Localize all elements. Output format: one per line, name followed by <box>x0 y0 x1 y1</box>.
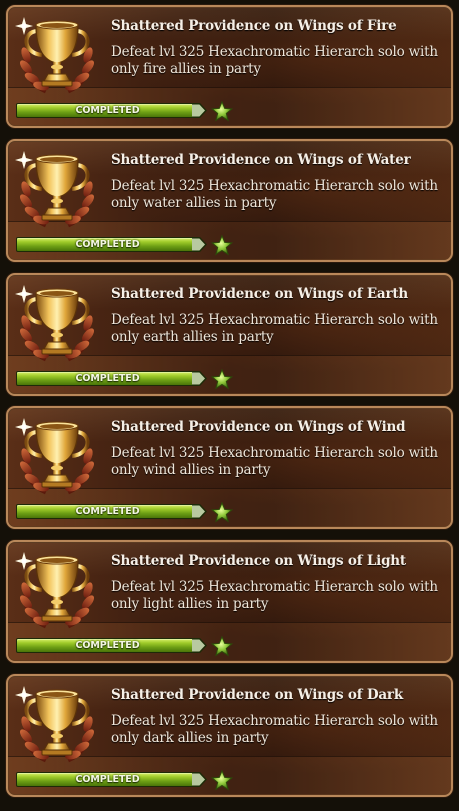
achievement-description: Defeat lvl 325 Hexachromatic Hierarch so… <box>111 445 438 478</box>
trophy-icon <box>14 546 100 630</box>
trophy-icon <box>14 680 100 764</box>
achievement-card-1[interactable]: Shattered Providence on Wings of Fire De… <box>6 5 453 128</box>
achievement-card-5[interactable]: Shattered Providence on Wings of Light D… <box>6 540 453 663</box>
achievement-title: Shattered Providence on Wings of Dark <box>111 687 403 703</box>
star-icon <box>211 636 233 657</box>
trophy-icon <box>14 279 100 363</box>
achievement-card-2[interactable]: Shattered Providence on Wings of Water D… <box>6 139 453 262</box>
achievement-title: Shattered Providence on Wings of Earth <box>111 286 409 302</box>
trophy-icon <box>14 11 100 95</box>
trophy-icon <box>14 412 100 496</box>
star-icon <box>211 502 233 523</box>
achievement-title: Shattered Providence on Wings of Light <box>111 553 406 569</box>
star-icon <box>211 101 233 122</box>
star-icon <box>211 235 233 256</box>
achievement-description: Defeat lvl 325 Hexachromatic Hierarch so… <box>111 579 438 612</box>
status-label: COMPLETED <box>75 774 140 785</box>
progress-bar: COMPLETED <box>16 772 209 787</box>
achievement-title: Shattered Providence on Wings of Fire <box>111 18 397 34</box>
achievement-description: Defeat lvl 325 Hexachromatic Hierarch so… <box>111 44 438 77</box>
status-label: COMPLETED <box>75 506 140 517</box>
achievement-card-4[interactable]: Shattered Providence on Wings of Wind De… <box>6 406 453 529</box>
achievement-description: Defeat lvl 325 Hexachromatic Hierarch so… <box>111 178 438 211</box>
achievement-card-3[interactable]: Shattered Providence on Wings of Earth D… <box>6 273 453 396</box>
status-label: COMPLETED <box>75 105 140 116</box>
status-label: COMPLETED <box>75 373 140 384</box>
achievement-card-6[interactable]: Shattered Providence on Wings of Dark De… <box>6 674 453 797</box>
achievement-title: Shattered Providence on Wings of Water <box>111 152 411 168</box>
progress-bar: COMPLETED <box>16 371 209 386</box>
progress-bar: COMPLETED <box>16 103 209 118</box>
star-icon <box>211 369 233 390</box>
trophy-icon <box>14 145 100 229</box>
star-icon <box>211 770 233 791</box>
achievement-title: Shattered Providence on Wings of Wind <box>111 419 406 435</box>
progress-bar: COMPLETED <box>16 638 209 653</box>
achievement-list: Shattered Providence on Wings of Fire De… <box>0 0 459 811</box>
progress-bar: COMPLETED <box>16 237 209 252</box>
achievement-description: Defeat lvl 325 Hexachromatic Hierarch so… <box>111 713 438 746</box>
status-label: COMPLETED <box>75 640 140 651</box>
achievement-description: Defeat lvl 325 Hexachromatic Hierarch so… <box>111 312 438 345</box>
progress-bar: COMPLETED <box>16 504 209 519</box>
status-label: COMPLETED <box>75 239 140 250</box>
